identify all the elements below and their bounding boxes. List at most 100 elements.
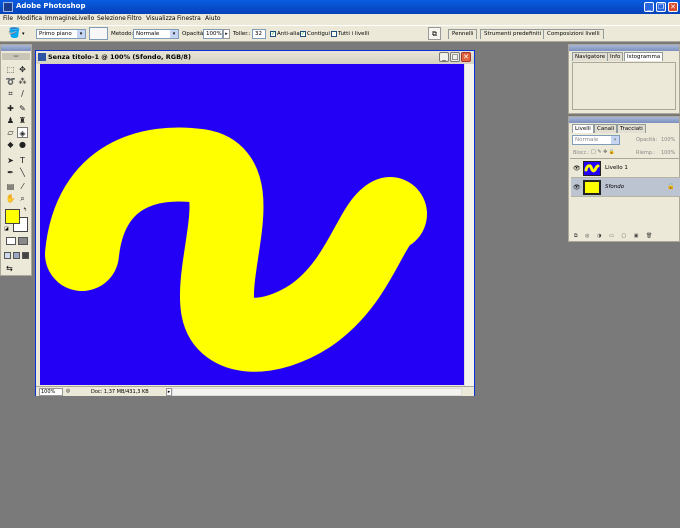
sample-source-value: Primo piano — [39, 31, 72, 37]
path-selection-tool-icon[interactable]: ➤ — [5, 155, 16, 166]
feather-icon[interactable]: 〰 — [2, 53, 30, 60]
standard-mode-icon[interactable] — [6, 237, 16, 245]
document-size-info: Doc: 1,37 MB/431,3 KB — [91, 389, 149, 395]
horizontal-scrollbar[interactable] — [172, 388, 462, 396]
zoom-tool-icon[interactable]: ⌕ — [17, 193, 28, 204]
menu-selezione[interactable]: Selezione — [97, 15, 126, 22]
eye-icon[interactable]: 👁 — [573, 184, 581, 191]
tools-panel-header — [1, 45, 31, 51]
document-title-bar: Senza titolo-1 @ 100% (Sfondo, RGB/8) _ … — [36, 51, 474, 64]
pen-tool-icon[interactable]: ✒ — [5, 167, 16, 178]
layer-thumbnail — [583, 180, 601, 195]
layer-name[interactable]: Sfondo — [605, 184, 624, 190]
hand-tool-icon[interactable]: ✋ — [5, 193, 16, 204]
palette-tab-brushes[interactable]: Pennelli — [448, 29, 478, 39]
antialias-checkbox[interactable]: ✓ — [270, 31, 276, 37]
layer-actions-bar[interactable]: ⧉ ◎ ◑ ▭ ▢ ▣ 🗑 — [570, 233, 679, 241]
move-tool-icon[interactable]: ✥ — [17, 64, 28, 75]
vertical-scrollbar[interactable] — [464, 64, 474, 386]
document-close-button[interactable]: ✕ — [461, 52, 471, 62]
document-icon — [38, 53, 46, 61]
blur-tool-icon[interactable]: ◆ — [5, 139, 16, 150]
close-button[interactable]: ✕ — [668, 2, 678, 12]
menu-modifica[interactable]: Modifica — [17, 15, 42, 22]
tolerance-input[interactable]: 32 — [252, 29, 266, 39]
jump-to-imageready-icon[interactable]: ⇆ — [6, 264, 13, 273]
sample-source-select[interactable]: Primo piano ▾ — [36, 29, 86, 39]
foreground-color-swatch[interactable] — [5, 209, 20, 224]
tab-paths[interactable]: Tracciati — [617, 124, 646, 133]
clone-stamp-tool-icon[interactable]: ♟ — [5, 115, 16, 126]
opacity-slider-toggle[interactable]: ▸ — [223, 29, 230, 39]
document-status-bar: 100% ◎ Doc: 1,37 MB/431,3 KB ▸ — [36, 386, 474, 396]
screen-mode-standard-icon[interactable] — [4, 252, 11, 259]
tab-channels[interactable]: Canali — [594, 124, 618, 133]
menu-aiuto[interactable]: Aiuto — [205, 15, 221, 22]
tool-preset-dropdown-icon[interactable]: ▾ — [22, 31, 25, 37]
method-select[interactable]: Normale ▾ — [133, 29, 179, 39]
menu-visualizza[interactable]: Visualizza — [146, 15, 176, 22]
document-minimize-button[interactable]: _ — [439, 52, 449, 62]
slice-tool-icon[interactable]: ∕ — [17, 88, 28, 99]
menu-livello[interactable]: Livello — [75, 15, 94, 22]
screen-mode-menubar-icon[interactable] — [13, 252, 20, 259]
contiguous-checkbox[interactable]: ✓ — [300, 31, 306, 37]
antialias-label: Anti-alias — [277, 31, 303, 37]
paint-bucket-tool-icon[interactable]: ◈ — [17, 127, 28, 138]
history-brush-tool-icon[interactable]: ♜ — [17, 115, 28, 126]
notes-tool-icon[interactable]: ▤ — [5, 181, 16, 192]
restore-button[interactable]: ❐ — [656, 2, 666, 12]
tab-histogram[interactable]: Istogramma — [624, 52, 664, 61]
eye-icon[interactable]: 👁 — [573, 165, 581, 172]
paint-bucket-icon[interactable]: 🪣 — [8, 28, 20, 39]
tab-navigator[interactable]: Navigatore — [572, 52, 609, 61]
layer-row-selected[interactable]: 👁 Sfondo 🔒 — [571, 178, 680, 197]
quick-mask-mode-icon[interactable] — [18, 237, 28, 245]
palette-tab-tool-presets[interactable]: Strumenti predefiniti — [480, 29, 546, 39]
fill-value[interactable]: 100% — [661, 150, 675, 156]
marquee-tool-icon[interactable]: ⬚ — [5, 64, 16, 75]
opacity-label: Opacità: — [182, 31, 206, 37]
tab-layers[interactable]: Livelli — [572, 124, 594, 133]
eyedropper-tool-icon[interactable]: ⁄ — [17, 181, 28, 192]
yellow-brush-stroke — [45, 127, 427, 372]
type-tool-icon[interactable]: T — [17, 155, 28, 166]
menu-finestra[interactable]: Finestra — [177, 15, 201, 22]
zoom-level-field[interactable]: 100% — [39, 388, 63, 396]
brush-tool-icon[interactable]: ✎ — [17, 103, 28, 114]
swap-colors-icon[interactable]: ↰ — [23, 207, 27, 213]
lasso-tool-icon[interactable]: ➰ — [5, 76, 16, 87]
pattern-swatch[interactable] — [89, 27, 108, 40]
layer-row[interactable]: 👁 Livello 1 — [571, 159, 680, 178]
minimize-button[interactable]: _ — [644, 2, 654, 12]
image-canvas[interactable] — [40, 64, 464, 385]
lock-icon: 🔒 — [667, 183, 675, 190]
healing-brush-tool-icon[interactable]: ✚ — [5, 103, 16, 114]
document-maximize-button[interactable]: □ — [450, 52, 460, 62]
tab-info[interactable]: Info — [607, 52, 624, 61]
palette-tab-layer-comps[interactable]: Composizioni livelli — [543, 29, 604, 39]
all-layers-checkbox[interactable] — [331, 31, 337, 37]
screen-mode-full-icon[interactable] — [22, 252, 29, 259]
magic-wand-tool-icon[interactable]: ⁂ — [17, 76, 28, 87]
dodge-tool-icon[interactable]: ● — [17, 139, 28, 150]
tolerance-label: Toller.: — [233, 31, 251, 37]
layer-opacity-value[interactable]: 100% — [661, 137, 675, 143]
lock-options-icons[interactable]: □ ✎ ✥ 🔒 — [591, 149, 615, 155]
blend-mode-value: Normale — [575, 137, 599, 143]
menu-file[interactable]: File — [3, 15, 13, 22]
menu-immagine[interactable]: Immagine — [45, 15, 75, 22]
layer-opacity-label: Opacità: — [636, 137, 658, 143]
crop-tool-icon[interactable]: ⌗ — [5, 88, 16, 99]
menu-filtro[interactable]: Filtro — [127, 15, 142, 22]
eraser-tool-icon[interactable]: ▱ — [5, 127, 16, 138]
layers-list: 👁 Livello 1 👁 Sfondo 🔒 — [570, 158, 680, 233]
status-options-icon[interactable]: ◎ — [66, 388, 70, 394]
blend-mode-select[interactable]: Normale ▾ — [572, 135, 620, 145]
default-colors-icon[interactable]: ◪ — [4, 226, 9, 232]
layer-name[interactable]: Livello 1 — [605, 165, 628, 171]
document-window: Senza titolo-1 @ 100% (Sfondo, RGB/8) _ … — [35, 50, 475, 396]
opacity-input[interactable]: 100% — [203, 29, 223, 39]
line-tool-icon[interactable]: ╲ — [17, 167, 28, 178]
file-browser-icon[interactable]: ⧉ — [428, 27, 441, 40]
